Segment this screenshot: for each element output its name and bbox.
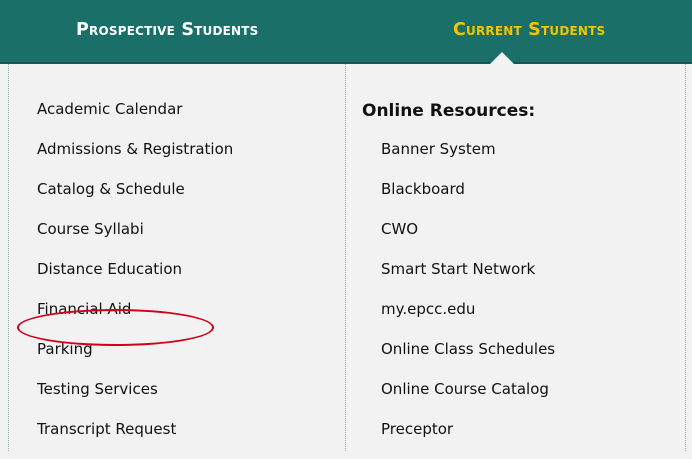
link-transcript-request[interactable]: Transcript Request [37, 419, 233, 459]
link-testing-services[interactable]: Testing Services [37, 379, 233, 419]
link-cwo[interactable]: CWO [381, 219, 555, 259]
link-preceptor[interactable]: Preceptor [381, 419, 555, 459]
link-parking[interactable]: Parking [37, 339, 233, 379]
link-course-syllabi[interactable]: Course Syllabi [37, 219, 233, 259]
online-resources-heading: Online Resources: [362, 101, 536, 121]
link-catalog-schedule[interactable]: Catalog & Schedule [37, 179, 233, 219]
link-online-course-catalog[interactable]: Online Course Catalog [381, 379, 555, 419]
link-financial-aid[interactable]: Financial Aid [37, 299, 233, 339]
tab-current-students[interactable]: Current Students [453, 20, 605, 40]
link-distance-education[interactable]: Distance Education [37, 259, 233, 299]
student-links-list: Academic Calendar Admissions & Registrat… [37, 99, 233, 459]
link-my-epcc-edu[interactable]: my.epcc.edu [381, 299, 555, 339]
active-tab-caret-icon [490, 52, 514, 64]
tab-prospective-students[interactable]: Prospective Students [76, 20, 259, 40]
link-blackboard[interactable]: Blackboard [381, 179, 555, 219]
current-students-menu-panel: Academic Calendar Admissions & Registrat… [0, 64, 692, 451]
online-resources-list: Banner System Blackboard CWO Smart Start… [381, 139, 555, 459]
divider [8, 64, 9, 451]
link-online-class-schedules[interactable]: Online Class Schedules [381, 339, 555, 379]
column-divider [345, 64, 346, 451]
top-navigation-bar: Prospective Students Current Students [0, 0, 692, 64]
link-smart-start-network[interactable]: Smart Start Network [381, 259, 555, 299]
link-admissions-registration[interactable]: Admissions & Registration [37, 139, 233, 179]
divider [685, 64, 686, 451]
link-banner-system[interactable]: Banner System [381, 139, 555, 179]
link-academic-calendar[interactable]: Academic Calendar [37, 99, 233, 139]
